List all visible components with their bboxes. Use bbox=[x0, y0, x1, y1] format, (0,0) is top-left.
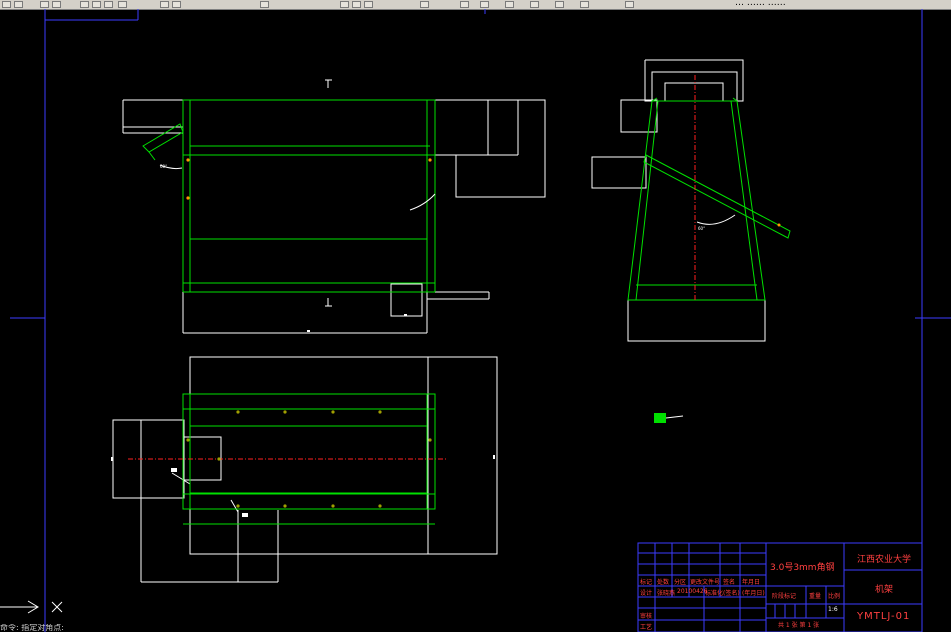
layer-state-icon[interactable] bbox=[625, 1, 634, 8]
angle-label-side: 60° bbox=[698, 226, 705, 231]
undo-icon[interactable] bbox=[160, 1, 169, 8]
print-icon[interactable] bbox=[52, 1, 61, 8]
zoom-realtime-icon[interactable] bbox=[340, 1, 349, 8]
ucs-icon bbox=[0, 600, 63, 614]
sheet-set-icon[interactable] bbox=[505, 1, 514, 8]
markup-icon[interactable] bbox=[530, 1, 539, 8]
match-properties-icon[interactable] bbox=[118, 1, 127, 8]
paste-icon[interactable] bbox=[104, 1, 113, 8]
viewport-frame bbox=[10, 9, 951, 632]
calculator-icon[interactable] bbox=[555, 1, 564, 8]
redo-icon[interactable] bbox=[172, 1, 181, 8]
copy-icon[interactable] bbox=[92, 1, 101, 8]
new-file-icon[interactable] bbox=[2, 1, 11, 8]
model-space-canvas[interactable]: 60° 60° bbox=[0, 9, 951, 632]
tool-palettes-icon[interactable] bbox=[480, 1, 489, 8]
zoom-previous-icon[interactable] bbox=[364, 1, 373, 8]
properties-icon[interactable] bbox=[420, 1, 429, 8]
command-text: 命令: 指定对角点: bbox=[0, 624, 64, 632]
side-view bbox=[591, 59, 791, 342]
angle-label-front: 60° bbox=[160, 164, 167, 169]
open-file-icon[interactable] bbox=[14, 1, 23, 8]
pan-icon[interactable] bbox=[260, 1, 269, 8]
design-center-icon[interactable] bbox=[460, 1, 469, 8]
zoom-window-icon[interactable] bbox=[352, 1, 361, 8]
help-icon[interactable] bbox=[580, 1, 589, 8]
command-line[interactable]: 命令: 指定对角点: bbox=[0, 624, 300, 632]
cut-icon[interactable] bbox=[80, 1, 89, 8]
ucs-marker bbox=[654, 413, 684, 423]
title-block bbox=[637, 542, 923, 632]
save-icon[interactable] bbox=[40, 1, 49, 8]
front-view bbox=[122, 79, 546, 334]
layer-dropdown-text[interactable]: … …… …… bbox=[735, 0, 786, 8]
top-view bbox=[111, 356, 498, 583]
